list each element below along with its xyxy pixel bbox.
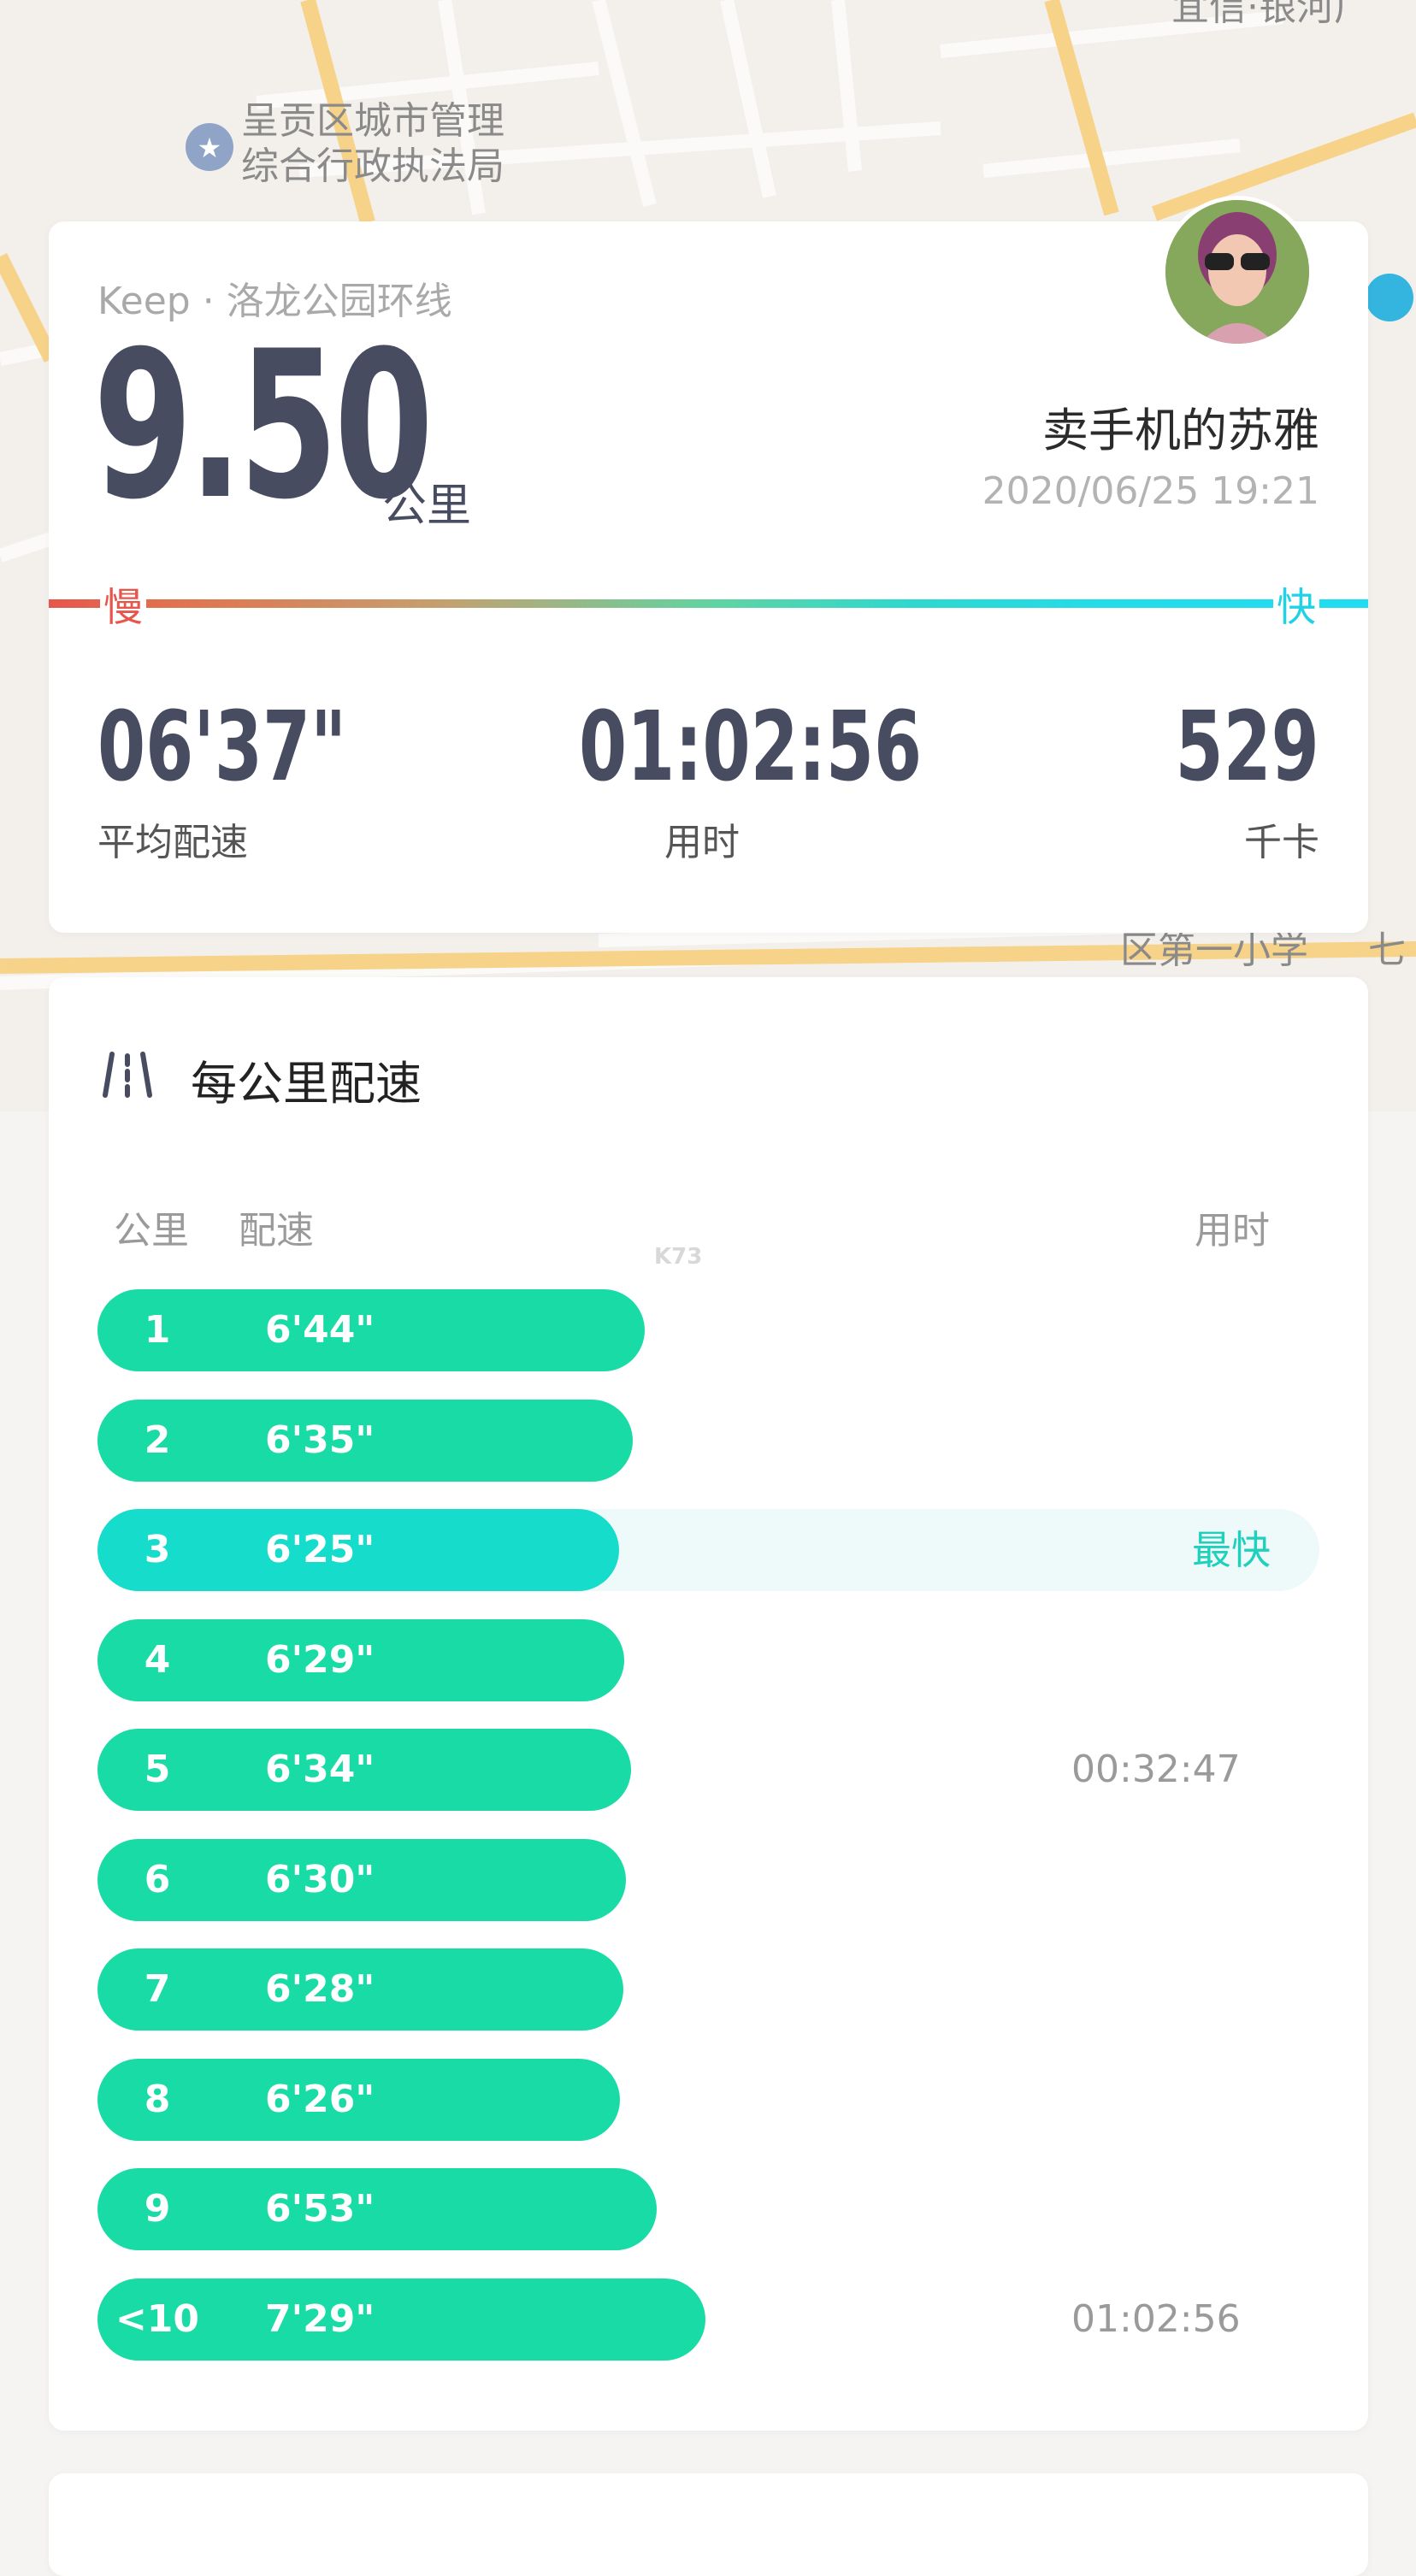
row-km: 2 <box>144 1418 171 1462</box>
row-cumulative-time: 00:32:47 <box>1071 1748 1241 1791</box>
row-pace: 6'34" <box>265 1748 375 1791</box>
row-pace: 6'35" <box>265 1418 375 1462</box>
speed-slow-label: 慢 <box>100 576 146 633</box>
row-km: 1 <box>144 1308 171 1352</box>
svg-text:★: ★ <box>198 132 222 164</box>
pace-row[interactable]: 6 6'30" <box>97 1838 1319 1921</box>
map-label-poi: 七 <box>1368 928 1406 972</box>
avg-pace-label: 平均配速 <box>97 821 248 864</box>
fastest-badge: 最快 <box>1192 1527 1271 1573</box>
row-km: 4 <box>144 1637 171 1682</box>
row-km: 5 <box>144 1748 171 1791</box>
avg-pace-value: 06'37" <box>97 692 347 803</box>
row-pace: 7'29" <box>265 2296 375 2341</box>
username[interactable]: 卖手机的苏雅 <box>1042 392 1319 460</box>
column-header-pace: 配速 <box>239 1209 314 1253</box>
map-label-poi: 呈贡区城市管理 <box>241 99 504 143</box>
next-card <box>49 2473 1368 2576</box>
distance-unit: 公里 <box>382 480 472 532</box>
pace-row[interactable]: 7 6'28" <box>97 1948 1319 2031</box>
row-pace: 6'26" <box>265 2077 375 2121</box>
pace-row[interactable]: 3 6'25" 最快 <box>97 1509 1319 1591</box>
pace-row[interactable]: 8 6'26" <box>97 2058 1319 2141</box>
speed-fast-label: 快 <box>1273 576 1319 633</box>
row-pace: 6'28" <box>265 1967 375 2011</box>
column-header-km: 公里 <box>114 1209 189 1253</box>
pace-row[interactable]: 2 6'35" <box>97 1399 1319 1482</box>
speed-gradient-bar <box>49 599 1368 608</box>
watermark: K73 <box>654 1244 703 1270</box>
duration-value: 01:02:56 <box>579 692 923 803</box>
calories-label: 千卡 <box>1244 821 1319 864</box>
map-label-poi: 宜信·银河广 <box>1171 0 1372 29</box>
row-km: 8 <box>144 2077 171 2121</box>
row-km: 9 <box>144 2187 171 2231</box>
pace-row[interactable]: 5 6'34" 00:32:47 <box>97 1729 1319 1811</box>
calories-value: 529 <box>1175 692 1319 803</box>
duration-label: 用时 <box>664 821 740 864</box>
column-header-time: 用时 <box>1195 1209 1270 1253</box>
run-datetime: 2020/06/25 19:21 <box>982 469 1319 513</box>
row-km: 3 <box>144 1528 171 1571</box>
map-label-poi: 综合行政执法局 <box>241 144 504 188</box>
map-label-poi: 区第一小学 <box>1120 928 1308 972</box>
pace-row[interactable]: 9 6'53" <box>97 2168 1319 2250</box>
pace-row[interactable]: 1 6'44" <box>97 1289 1319 1371</box>
pace-card-title: 每公里配速 <box>191 1057 422 1111</box>
avatar[interactable] <box>1161 196 1313 348</box>
row-pace: 6'53" <box>265 2187 375 2231</box>
row-pace: 6'25" <box>265 1528 375 1571</box>
row-pace: 6'29" <box>265 1637 375 1682</box>
pace-row[interactable]: <10 7'29" 01:02:56 <box>97 2278 1319 2361</box>
row-km: 6 <box>144 1857 171 1901</box>
row-pace: 6'30" <box>265 1857 375 1901</box>
pace-row[interactable]: 4 6'29" <box>97 1618 1319 1701</box>
row-km: <10 <box>115 2296 200 2341</box>
pace-per-km-card: 每公里配速 公里 配速 用时 1 6'44" 2 6'35" 3 6'25" 最快 4 6'29… <box>49 977 1368 2431</box>
row-km: 7 <box>144 1967 171 2011</box>
run-summary-card: Keep · 洛龙公园环线 9.50 公里 卖手机的苏雅 2020/06/25 … <box>49 196 1368 933</box>
row-pace: 6'44" <box>265 1308 375 1352</box>
distance-value: 9.50 <box>93 308 434 545</box>
road-icon <box>103 1052 152 1098</box>
row-cumulative-time: 01:02:56 <box>1071 2296 1241 2341</box>
